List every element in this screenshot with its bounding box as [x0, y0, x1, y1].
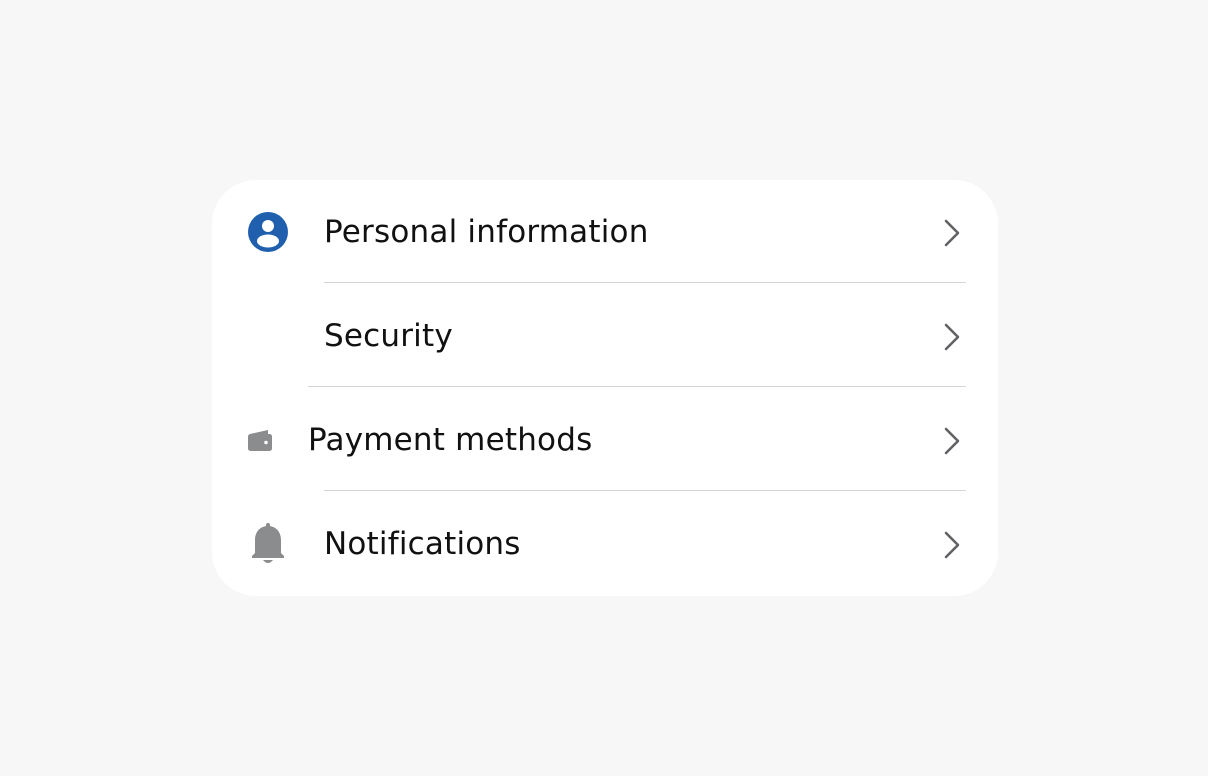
chevron-right-icon	[944, 219, 960, 247]
settings-card: Personal information Security Payment me…	[212, 180, 998, 596]
bell-icon	[252, 523, 284, 563]
settings-row-personal-information[interactable]: Personal information	[212, 180, 998, 284]
user-circle-icon	[248, 212, 288, 252]
row-divider	[324, 490, 966, 491]
chevron-right-icon	[944, 531, 960, 559]
settings-row-label: Notifications	[324, 526, 521, 562]
settings-row-label: Personal information	[324, 214, 649, 250]
settings-row-label: Security	[324, 318, 453, 354]
settings-row-payment-methods[interactable]: Payment methods	[212, 388, 998, 492]
wallet-icon	[248, 430, 272, 451]
settings-row-security[interactable]: Security	[212, 284, 998, 388]
settings-row-notifications[interactable]: Notifications	[212, 492, 998, 596]
chevron-right-icon	[944, 323, 960, 351]
chevron-right-icon	[944, 427, 960, 455]
settings-row-label: Payment methods	[308, 422, 593, 458]
row-divider	[324, 282, 966, 283]
row-divider	[308, 386, 966, 387]
